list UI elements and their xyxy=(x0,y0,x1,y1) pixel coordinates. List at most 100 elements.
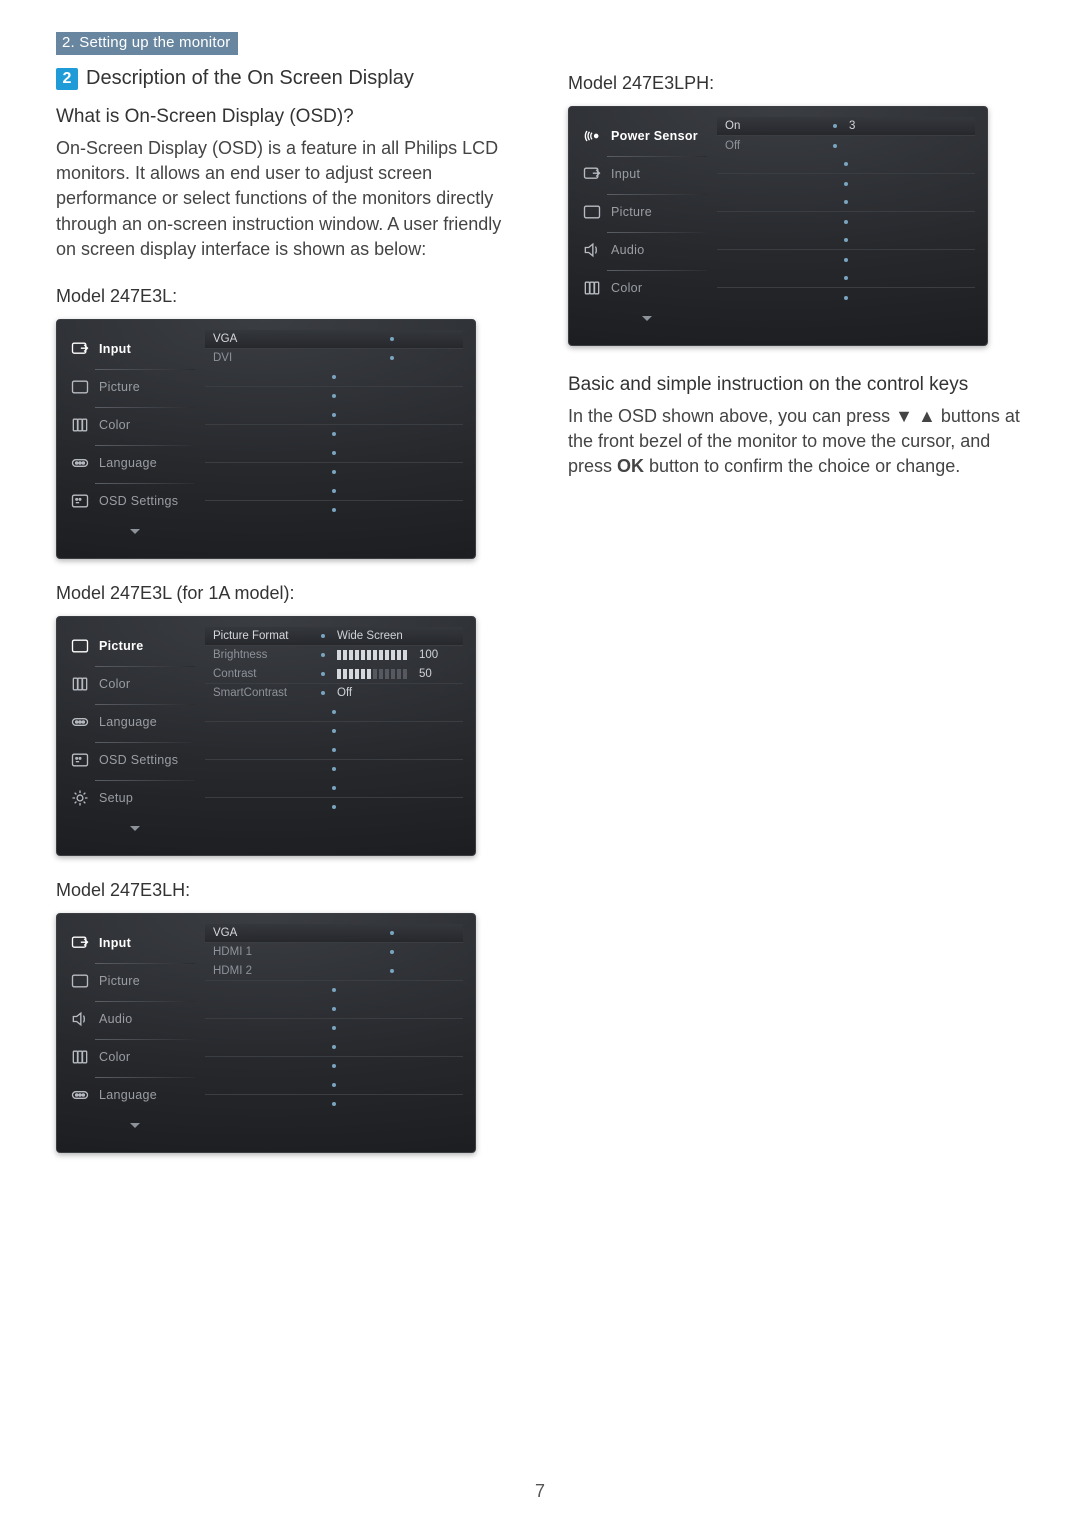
osd-row: Color xyxy=(577,269,975,307)
osd-submenu xyxy=(205,741,463,779)
osd-sub-empty xyxy=(717,174,975,193)
osd-menu-item[interactable]: Audio xyxy=(65,1000,205,1038)
osd-submenu: VGADVI xyxy=(205,330,463,368)
dot-icon xyxy=(332,451,336,455)
color-icon xyxy=(69,414,91,436)
osd-submenu xyxy=(205,703,463,741)
osd-menu-item[interactable]: Picture xyxy=(65,627,205,665)
picture-icon xyxy=(69,376,91,398)
osd-menu-item[interactable]: Language xyxy=(65,703,205,741)
osd-submenu xyxy=(205,779,463,817)
osd-down-arrow[interactable] xyxy=(65,1114,205,1138)
osd-submenu xyxy=(205,368,463,406)
page-number: 7 xyxy=(0,1481,1080,1502)
osd-submenu: Picture FormatWide Screen Brightness 100 xyxy=(205,627,463,665)
osd-menu-item[interactable]: Input xyxy=(65,330,205,368)
osd-sub-empty xyxy=(717,193,975,212)
osd-row: OSD Settings xyxy=(65,482,463,520)
osd-sub-item[interactable]: DVI xyxy=(205,349,463,368)
osd-menu-item[interactable]: Color xyxy=(65,665,205,703)
osd-menu-item[interactable]: Color xyxy=(65,406,205,444)
osd-menu-item[interactable]: Power Sensor xyxy=(577,117,717,155)
osd-row: PicturePicture FormatWide ScreenBrightne… xyxy=(65,627,463,665)
osd-sub-empty xyxy=(205,722,463,741)
osd-row: Picture xyxy=(65,368,463,406)
osd-menu-item[interactable]: Language xyxy=(65,1076,205,1114)
osd-sub-empty xyxy=(205,425,463,444)
osd-sub-item[interactable]: SmartContrastOff xyxy=(205,684,463,703)
section-title: Description of the On Screen Display xyxy=(86,67,414,89)
osd-submenu: On3Off xyxy=(717,117,975,155)
osd-submenu xyxy=(717,269,975,307)
dot-icon xyxy=(844,220,848,224)
osd-sub-item[interactable]: On3 xyxy=(717,117,975,136)
osd-sub-label: HDMI 2 xyxy=(213,965,309,977)
osd-sub-item[interactable]: Contrast50 xyxy=(205,665,463,684)
osd-panel-247e3l: InputVGADVIPictureColor Language OSD Setti… xyxy=(56,319,476,559)
osd-menu-item[interactable]: Input xyxy=(577,155,717,193)
osd-menu-item[interactable]: Audio xyxy=(577,231,717,269)
basic-instruction-heading: Basic and simple instruction on the cont… xyxy=(568,374,1024,396)
intro-paragraph: On-Screen Display (OSD) is a feature in … xyxy=(56,136,512,262)
osd-menu-label: Picture xyxy=(99,974,140,988)
input-icon xyxy=(69,932,91,954)
osd-submenu xyxy=(205,406,463,444)
osd-sub-label: Brightness xyxy=(213,649,309,661)
osd-panel-247e3l-1a: PicturePicture FormatWide ScreenBrightne… xyxy=(56,616,476,856)
right-column: Model 247E3LPH: Power SensorOn3OffInputP… xyxy=(568,67,1024,1153)
osd-menu-item[interactable]: Picture xyxy=(577,193,717,231)
osd-sub-item[interactable]: VGA xyxy=(205,924,463,943)
dot-icon xyxy=(332,1064,336,1068)
osd-menu-item[interactable]: OSD Settings xyxy=(65,741,205,779)
osd-menu-item[interactable]: Picture xyxy=(65,368,205,406)
osd-sub-item[interactable]: HDMI 1 xyxy=(205,943,463,962)
osd-sub-empty xyxy=(205,368,463,387)
osd-down-arrow[interactable] xyxy=(577,307,717,331)
osd-submenu xyxy=(205,1038,463,1076)
dot-icon xyxy=(390,950,394,954)
osd-menu-label: Language xyxy=(99,456,157,470)
osd-sub-value: Off xyxy=(337,687,352,699)
osd-sub-value: 100 xyxy=(419,649,438,661)
osd-menu-item[interactable]: Color xyxy=(577,269,717,307)
dot-icon xyxy=(844,258,848,262)
basic-instruction-body: In the OSD shown above, you can press ▼ … xyxy=(568,404,1024,480)
osd-menu-label: Audio xyxy=(99,1012,132,1026)
dot-icon xyxy=(390,337,394,341)
osd-menu-label: Power Sensor xyxy=(611,129,698,143)
osd-down-arrow[interactable] xyxy=(65,520,205,544)
osd-menu-label: Language xyxy=(99,715,157,729)
osd-panel-247e3lh: Input VGA HDMI 1 Picture HDMI 2 Audio ColorLan… xyxy=(56,913,476,1153)
osd-menu-item[interactable]: OSD Settings xyxy=(65,482,205,520)
ok-label: OK xyxy=(617,456,644,476)
section-tag: 2. Setting up the monitor xyxy=(56,32,238,55)
osd-menu-item[interactable]: Input xyxy=(65,924,205,962)
osd-sub-item[interactable]: Off xyxy=(717,136,975,155)
dot-icon xyxy=(321,672,325,676)
osd-sub-item[interactable]: HDMI 2 xyxy=(205,962,463,981)
osd-sub-empty xyxy=(717,231,975,250)
osd-sub-empty xyxy=(205,387,463,406)
osd-down-arrow[interactable] xyxy=(65,817,205,841)
osd-submenu xyxy=(205,1076,463,1114)
osd-sub-label: VGA xyxy=(213,927,309,939)
osd-menu-label: Setup xyxy=(99,791,133,805)
dot-icon xyxy=(844,296,848,300)
osd-menu-item[interactable]: Language xyxy=(65,444,205,482)
osd-row: Input VGA HDMI 1 xyxy=(65,924,463,962)
color-icon xyxy=(69,1046,91,1068)
osd-menu-item[interactable]: Color xyxy=(65,1038,205,1076)
osd-sub-item[interactable]: Picture FormatWide Screen xyxy=(205,627,463,646)
section-heading: 2Description of the On Screen Display xyxy=(56,67,512,90)
dot-icon xyxy=(844,182,848,186)
osd-sub-empty xyxy=(205,1095,463,1114)
osd-sub-item[interactable]: Brightness 100 xyxy=(205,646,463,665)
osd-submenu: HDMI 2 xyxy=(205,962,463,1000)
osd-sub-empty xyxy=(205,463,463,482)
osd-sub-empty xyxy=(205,1019,463,1038)
dot-icon xyxy=(321,634,325,638)
osd-sub-empty xyxy=(205,779,463,798)
osd-menu-item[interactable]: Picture xyxy=(65,962,205,1000)
osd-menu-item[interactable]: Setup xyxy=(65,779,205,817)
osd-sub-item[interactable]: VGA xyxy=(205,330,463,349)
